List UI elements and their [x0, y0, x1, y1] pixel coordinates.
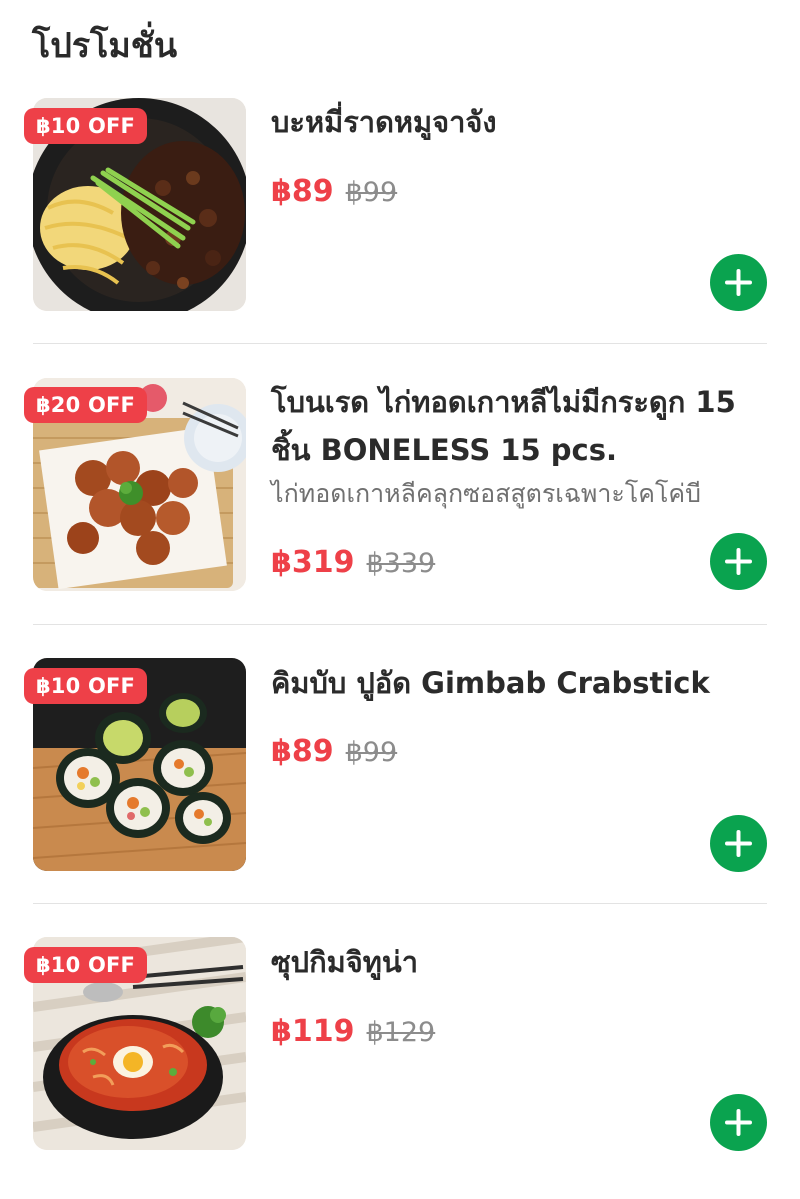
divider	[33, 343, 767, 344]
divider	[33, 903, 767, 904]
item-name: คิมบับ ปูอัด Gimbab Crabstick	[271, 666, 710, 700]
discount-badge: ฿10 OFF	[24, 668, 148, 704]
item-description: ไก่ทอดเกาหลีคลุกซอสสูตรเฉพาะโคโค่บี	[271, 479, 701, 508]
add-to-cart-button[interactable]	[710, 254, 767, 311]
discount-badge: ฿20 OFF	[24, 387, 148, 423]
item-name: บะหมี่ราดหมูจาจัง	[271, 105, 497, 139]
item-price: ฿119	[271, 1014, 355, 1049]
plus-icon	[725, 269, 752, 296]
item-name: ซุปกิมจิทูน่า	[271, 945, 418, 979]
plus-icon	[725, 1109, 752, 1136]
price-row: ฿89 ฿99	[271, 172, 397, 212]
item-original-price: ฿99	[345, 177, 398, 208]
price-row: ฿89 ฿99	[271, 732, 397, 772]
divider	[33, 624, 767, 625]
add-to-cart-button[interactable]	[710, 533, 767, 590]
item-original-price: ฿99	[345, 737, 398, 768]
add-to-cart-button[interactable]	[710, 815, 767, 872]
price-row: ฿319 ฿339	[271, 543, 435, 583]
section-title: โปรโมชั่น	[32, 26, 178, 66]
discount-badge: ฿10 OFF	[24, 108, 148, 144]
add-to-cart-button[interactable]	[710, 1094, 767, 1151]
plus-icon	[725, 830, 752, 857]
item-price: ฿89	[271, 174, 334, 209]
item-original-price: ฿129	[366, 1017, 436, 1048]
plus-icon	[725, 548, 752, 575]
item-price: ฿319	[271, 545, 355, 580]
item-price: ฿89	[271, 734, 334, 769]
discount-badge: ฿10 OFF	[24, 947, 148, 983]
item-original-price: ฿339	[366, 548, 436, 579]
price-row: ฿119 ฿129	[271, 1012, 435, 1052]
item-name: โบนเรด ไก่ทอดเกาหลีไม่มีกระดูก 15 ชิ้น B…	[271, 385, 736, 467]
